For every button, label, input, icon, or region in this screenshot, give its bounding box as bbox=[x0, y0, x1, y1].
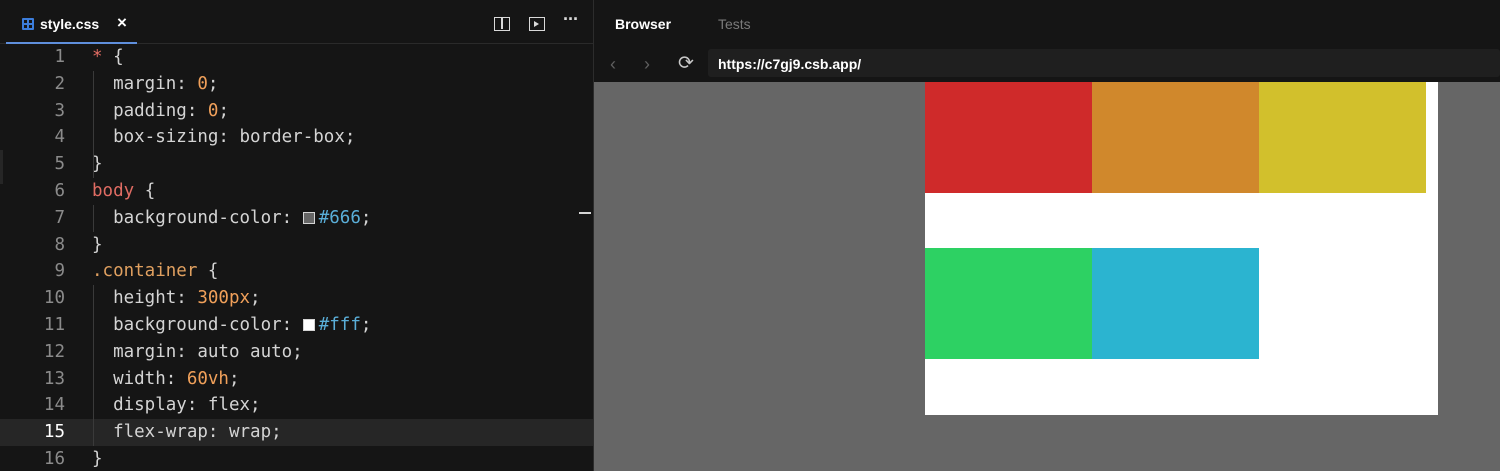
code-text: padding: 0; bbox=[92, 100, 229, 121]
code-line[interactable]: 6 body { bbox=[0, 178, 593, 205]
code-line[interactable]: 7 background-color: #666; bbox=[0, 205, 593, 232]
tab-tests[interactable]: Tests bbox=[718, 16, 751, 32]
more-actions-icon[interactable]: ··· bbox=[563, 10, 583, 32]
preview-container bbox=[925, 82, 1438, 415]
code-text: box-sizing: border-box; bbox=[92, 127, 356, 148]
line-number: 14 bbox=[43, 395, 65, 416]
code-line[interactable]: 2 margin: 0; bbox=[0, 71, 593, 98]
scrollbar-marker bbox=[579, 212, 591, 214]
code-text: display: flex; bbox=[92, 395, 261, 416]
line-number: 2 bbox=[54, 73, 65, 94]
code-text: margin: auto auto; bbox=[92, 341, 303, 362]
code-line[interactable]: 11 background-color: #fff; bbox=[0, 312, 593, 339]
line-number: 7 bbox=[54, 207, 65, 228]
code-line[interactable]: 4 box-sizing: border-box; bbox=[0, 124, 593, 151]
code-line[interactable]: 8} bbox=[0, 232, 593, 259]
close-icon[interactable]: × bbox=[117, 13, 127, 33]
line-number: 13 bbox=[43, 368, 65, 389]
line-number: 6 bbox=[54, 181, 65, 201]
editor-pane: style.css × ··· 1 * {2 margin: 0; 3 paddin… bbox=[0, 0, 593, 471]
line-number: 9 bbox=[54, 261, 65, 282]
line-number: 12 bbox=[43, 341, 65, 362]
code-line[interactable]: 1 * { bbox=[0, 44, 593, 71]
code-line[interactable]: 5} bbox=[0, 151, 593, 178]
code-line[interactable]: 12 margin: auto auto; bbox=[0, 339, 593, 366]
code-line[interactable]: 15 flex-wrap: wrap; bbox=[0, 419, 593, 446]
css-file-icon bbox=[22, 18, 34, 30]
editor-tab-bar: style.css × ··· bbox=[0, 4, 593, 44]
code-text: } bbox=[92, 234, 103, 255]
open-preview-icon[interactable] bbox=[527, 14, 547, 34]
split-editor-icon[interactable] bbox=[492, 14, 512, 34]
code-text: width: 60vh; bbox=[92, 368, 240, 389]
code-line[interactable]: 14 display: flex; bbox=[0, 392, 593, 419]
color-box bbox=[1092, 82, 1259, 193]
browser-pane: Browser Tests ‹ › ⟳ https://c7gj9.csb.ap… bbox=[594, 0, 1500, 471]
tab-style-css[interactable]: style.css × bbox=[6, 4, 137, 44]
line-number: 1 bbox=[54, 47, 65, 67]
back-icon[interactable]: ‹ bbox=[610, 55, 616, 73]
indent-guide bbox=[93, 204, 94, 232]
line-number: 16 bbox=[43, 449, 65, 469]
code-text: background-color: #fff; bbox=[92, 315, 372, 335]
code-text: background-color: #666; bbox=[92, 207, 372, 228]
code-line[interactable]: 10 height: 300px; bbox=[0, 285, 593, 312]
code-line[interactable]: 16} bbox=[0, 446, 593, 471]
color-box bbox=[1259, 82, 1426, 193]
line-number: 11 bbox=[43, 315, 65, 335]
code-line[interactable]: 13 width: 60vh; bbox=[0, 366, 593, 393]
forward-icon[interactable]: › bbox=[644, 55, 650, 73]
code-text: } bbox=[92, 449, 103, 469]
tab-browser[interactable]: Browser bbox=[615, 16, 671, 32]
line-number: 15 bbox=[43, 422, 65, 443]
browser-viewport bbox=[594, 82, 1500, 471]
line-number: 8 bbox=[54, 234, 65, 255]
line-number: 10 bbox=[43, 288, 65, 309]
code-line[interactable]: 9 .container { bbox=[0, 258, 593, 285]
color-box bbox=[925, 248, 1092, 359]
indent-guide bbox=[93, 285, 94, 446]
code-text: flex-wrap: wrap; bbox=[92, 422, 282, 443]
code-text: .container { bbox=[92, 261, 219, 282]
url-text[interactable]: https://c7gj9.csb.app/ bbox=[718, 56, 861, 72]
tab-label: style.css bbox=[40, 16, 100, 32]
code-text: margin: 0; bbox=[92, 73, 219, 94]
browser-nav-row: ‹ › ⟳ https://c7gj9.csb.app/ bbox=[594, 44, 1500, 82]
browser-tab-bar: Browser Tests bbox=[594, 4, 1500, 44]
color-box bbox=[925, 82, 1092, 193]
reload-icon[interactable]: ⟳ bbox=[678, 54, 694, 73]
code-text: body { bbox=[92, 181, 156, 201]
code-line[interactable]: 3 padding: 0; bbox=[0, 98, 593, 125]
line-number: 3 bbox=[54, 100, 65, 121]
line-number: 4 bbox=[54, 127, 65, 148]
code-text: height: 300px; bbox=[92, 288, 261, 309]
indent-guide bbox=[93, 70, 94, 178]
url-bar[interactable]: https://c7gj9.csb.app/ bbox=[708, 49, 1500, 77]
code-text: * { bbox=[92, 47, 124, 67]
color-box bbox=[1092, 248, 1259, 359]
line-number: 5 bbox=[54, 154, 65, 175]
code-editor[interactable]: 1 * {2 margin: 0; 3 padding: 0; 4 box-sizin… bbox=[0, 44, 593, 471]
